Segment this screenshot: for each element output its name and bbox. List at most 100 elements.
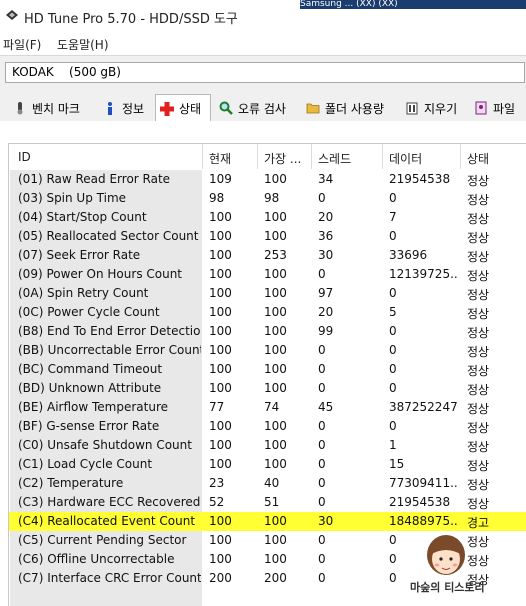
cell-data: 33696 — [389, 248, 428, 262]
cell-threshold: 97 — [318, 286, 334, 300]
cell-id: (04) Start/Stop Count — [18, 210, 147, 224]
cell-current: 100 — [209, 324, 232, 338]
cell-status: 정상 — [467, 231, 490, 245]
cell-worst: 100 — [264, 286, 287, 300]
cell-data: 7 — [389, 210, 397, 224]
table-row[interactable]: (05) Reallocated Sector Count 100 100 36 0 정상 — [9, 227, 526, 246]
drive-bar: KODAK (500 gB) — [0, 55, 526, 94]
cell-threshold: 0 — [318, 362, 326, 376]
cell-worst: 98 — [264, 191, 280, 205]
cell-threshold: 0 — [318, 552, 326, 566]
cell-worst: 100 — [264, 533, 287, 547]
table-row[interactable]: (03) Spin Up Time 98 98 0 0 정상 — [9, 189, 526, 208]
tab-label: 정보 — [122, 101, 145, 116]
cell-threshold: 0 — [318, 419, 326, 433]
table-row-warning[interactable]: (C4) Reallocated Event Count 100 100 30 1848… — [9, 512, 526, 531]
tab-label: 폴더 사용량 — [325, 101, 385, 116]
cell-id: (B8) End To End Error Detection — [18, 324, 201, 338]
table-row[interactable]: (C1) Load Cycle Count 100 100 0 15 정상 — [9, 455, 526, 474]
drive-select[interactable]: KODAK (500 gB) — [5, 62, 525, 83]
cell-worst: 100 — [264, 514, 287, 528]
cell-data: 0 — [389, 324, 397, 338]
table-row[interactable]: (0C) Power Cycle Count 100 100 20 5 정상 — [9, 303, 526, 322]
header-data[interactable]: 데이터 — [389, 150, 422, 167]
cell-worst: 100 — [264, 343, 287, 357]
cell-status: 경고 — [467, 516, 490, 530]
cell-threshold: 0 — [318, 191, 326, 205]
header-worst[interactable]: 가장 ... — [264, 150, 301, 167]
menu-bar: 파일(F) 도움말(H) — [0, 33, 526, 55]
table-row[interactable]: (01) Raw Read Error Rate 109 100 34 21954538… — [9, 170, 526, 189]
cell-id: (BB) Uncorrectable Error Count — [18, 343, 201, 357]
cell-threshold: 99 — [318, 324, 334, 338]
header-status[interactable]: 상태 — [467, 150, 489, 167]
cell-data: 21954538 — [389, 495, 451, 509]
table-row[interactable]: (BD) Unknown Attribute 100 100 0 0 정상 — [9, 379, 526, 398]
tab-file[interactable]: 파일 — [471, 97, 526, 119]
table-row[interactable]: (04) Start/Stop Count 100 100 20 7 정상 — [9, 208, 526, 227]
cell-worst: 100 — [264, 419, 287, 433]
tab-error-scan[interactable]: 오류 검사 — [216, 97, 300, 119]
cell-current: 109 — [209, 172, 232, 186]
cell-data: 12139725... — [389, 267, 459, 281]
cell-threshold: 0 — [318, 476, 326, 490]
tab-health[interactable]: 상태 — [155, 94, 211, 122]
benchmark-icon — [17, 102, 23, 115]
table-row[interactable]: (C2) Temperature 23 40 0 77309411... 정상 — [9, 474, 526, 493]
cell-current: 100 — [209, 210, 232, 224]
cell-data: 0 — [389, 381, 397, 395]
cell-current: 98 — [209, 191, 225, 205]
cell-current: 100 — [209, 362, 232, 376]
folder-icon — [306, 103, 320, 114]
table-row[interactable]: (09) Power On Hours Count 100 100 0 12139725… — [9, 265, 526, 284]
cell-threshold: 0 — [318, 457, 326, 471]
cell-status: 정상 — [467, 478, 490, 492]
menu-help[interactable]: 도움말(H) — [57, 36, 109, 53]
cell-status: 정상 — [467, 345, 490, 359]
table-row[interactable]: (07) Seek Error Rate 100 253 30 33696 정상 — [9, 246, 526, 265]
cell-data: 15 — [389, 457, 405, 471]
tab-folder-usage[interactable]: 폴더 사용량 — [303, 97, 398, 119]
tab-erase[interactable]: 지우기 — [402, 97, 466, 119]
cell-status: 정상 — [467, 440, 490, 454]
cell-threshold: 0 — [318, 495, 326, 509]
cell-id: (C6) Offline Uncorrectable — [18, 552, 175, 566]
title-bar: HD Tune Pro 5.70 - HDD/SSD 도구 Samsung ..… — [0, 0, 526, 32]
cell-status: 정상 — [467, 402, 490, 416]
header-current[interactable]: 현재 — [209, 150, 231, 167]
menu-file[interactable]: 파일(F) — [3, 36, 41, 53]
table-row[interactable]: (B8) End To End Error Detection 100 100 99 0… — [9, 322, 526, 341]
cell-id: (BD) Unknown Attribute — [18, 381, 162, 395]
cell-worst: 100 — [264, 381, 287, 395]
cell-current: 77 — [209, 400, 225, 414]
table-row[interactable]: (C0) Unsafe Shutdown Count 100 100 0 1 정상 — [9, 436, 526, 455]
cell-threshold: 36 — [318, 229, 334, 243]
window-title: HD Tune Pro 5.70 - HDD/SSD 도구 — [24, 12, 238, 27]
cell-data: 0 — [389, 191, 397, 205]
table-row[interactable]: (BB) Uncorrectable Error Count 100 100 0 0 정상 — [9, 341, 526, 360]
erase-icon — [406, 102, 418, 115]
cell-id: (0A) Spin Retry Count — [18, 286, 149, 300]
cell-data: 0 — [389, 229, 397, 243]
cell-threshold: 0 — [318, 343, 326, 357]
header-id[interactable]: ID — [18, 150, 31, 164]
cell-current: 100 — [209, 457, 232, 471]
cell-status: 정상 — [467, 421, 490, 435]
cell-worst: 100 — [264, 172, 287, 186]
cell-worst: 74 — [264, 400, 280, 414]
header-threshold[interactable]: 스레드 — [318, 150, 351, 167]
cell-data: 0 — [389, 343, 397, 357]
table-row[interactable]: (BF) G-sense Error Rate 100 100 0 0 정상 — [9, 417, 526, 436]
cell-data: 1 — [389, 438, 397, 452]
table-row[interactable]: (BC) Command Timeout 100 100 0 0 정상 — [9, 360, 526, 379]
table-row[interactable]: (0A) Spin Retry Count 100 100 97 0 정상 — [9, 284, 526, 303]
table-row[interactable]: (BE) Airflow Temperature 77 74 45 387252247 정… — [9, 398, 526, 417]
tab-benchmark[interactable]: 벤치 마크 — [10, 97, 94, 119]
tab-info[interactable]: 정보 — [100, 97, 150, 119]
tab-bar: 벤치 마크 정보 상태 오류 검사 폴더 사용량 지우기 파일 — [0, 93, 526, 122]
table-row[interactable]: (C3) Hardware ECC Recovered 52 51 0 21954538… — [9, 493, 526, 512]
cell-data: 21954538 — [389, 172, 451, 186]
cell-worst: 100 — [264, 305, 287, 319]
cell-id: (C5) Current Pending Sector — [18, 533, 187, 547]
cell-id: (C7) Interface CRC Error Count — [18, 571, 201, 585]
